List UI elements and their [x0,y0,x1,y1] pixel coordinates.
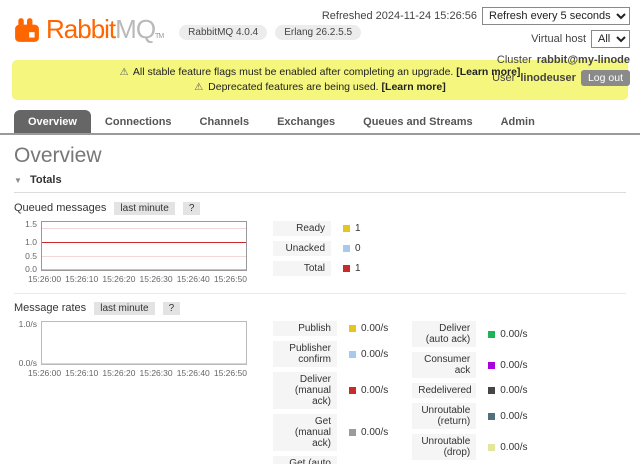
virtual-host-label: Virtual host [531,33,586,45]
legend-label[interactable]: Ready [273,221,331,236]
message-rates-section: Message rates last minute ? 1.0/s 0.0/s … [14,293,626,464]
legend-value: 0.00/s [500,329,527,340]
rabbitmq-logo-icon [14,17,40,43]
legend-label[interactable]: Publisher confirm [273,341,337,367]
message-rates-head: Message rates last minute ? [14,302,626,314]
queued-legend: Ready 1 Unacked 0 Total 1 [273,221,361,281]
logo-text-mq: MQ [115,14,155,44]
logo-trademark: TM [155,33,163,40]
legend-value: 0.00/s [361,323,388,334]
tab-channels[interactable]: Channels [186,110,264,133]
unroutable-return-color-chip [488,413,495,420]
legend-label[interactable]: Unroutable (return) [412,403,476,429]
cluster-label: Cluster [497,54,532,66]
consumer-ack-color-chip [488,362,495,369]
legend-value: 1 [355,263,361,274]
legend-row-unacked: Unacked 0 [273,241,361,256]
publisher-confirm-color-chip [349,351,356,358]
legend-value: 0.00/s [500,385,527,396]
legend-value: 0.00/s [361,427,388,438]
total-series-line [42,242,246,243]
legend-value: 0.00/s [500,411,527,422]
totals-section-toggle[interactable]: ▼ Totals [14,172,626,193]
legend-value: 1 [355,223,361,234]
header-right: Refreshed 2024-11-24 15:26:56 Refresh ev… [322,6,630,89]
legend-label[interactable]: Publish [273,321,337,336]
legend-value: 0.00/s [361,349,388,360]
app-header: RabbitMQTM RabbitMQ 4.0.4 Erlang 26.2.5.… [0,0,640,60]
queued-range-badge[interactable]: last minute [114,202,174,215]
rates-y-axis: 1.0/s 0.0/s [14,321,41,365]
ready-color-chip [343,225,350,232]
legend-row-total: Total 1 [273,261,361,276]
legend-label[interactable]: Deliver (manual ack) [273,372,337,409]
nav-tabs: Overview Connections Channels Exchanges … [0,110,640,135]
unroutable-drop-color-chip [488,444,495,451]
rates-legend-right: Deliver (auto ack) 0.00/s Consumer ack 0.0… [412,321,527,464]
rates-range-badge[interactable]: last minute [94,302,154,315]
total-color-chip [343,265,350,272]
redelivered-color-chip [488,387,495,394]
unacked-series-line [42,269,246,270]
logo-text-rabbit: Rabbit [46,14,115,44]
tab-exchanges[interactable]: Exchanges [263,110,349,133]
queued-messages-section: Queued messages last minute ? 1.5 1.0 0.… [14,202,626,284]
cluster-name: rabbit@my-linode [537,54,630,66]
queued-plot [41,221,247,271]
get-manual-ack-color-chip [349,429,356,436]
warning-icon: ⚠ [194,82,203,93]
legend-row-ready: Ready 1 [273,221,361,236]
queued-messages-head: Queued messages last minute ? [14,202,626,214]
legend-label[interactable]: Total [273,261,331,276]
queued-help-icon[interactable]: ? [183,202,201,215]
unacked-color-chip [343,245,350,252]
chevron-down-icon: ▼ [14,176,22,185]
user-name: linodeuser [520,72,576,84]
legend-value: 0.00/s [500,442,527,453]
message-rates-title: Message rates [14,302,86,314]
queued-messages-title: Queued messages [14,202,106,214]
rates-legend: Publish 0.00/s Publisher confirm 0.00/s De… [273,321,528,464]
virtual-host-select[interactable]: All [591,30,630,48]
rabbitmq-version-badge: RabbitMQ 4.0.4 [179,25,267,40]
rates-legend-left: Publish 0.00/s Publisher confirm 0.00/s De… [273,321,388,464]
logout-button[interactable]: Log out [581,70,630,86]
logo-text: RabbitMQTM [46,14,163,45]
legend-label[interactable]: Redelivered [412,383,476,398]
page-title: Overview [14,144,626,168]
legend-label[interactable]: Deliver (auto ack) [412,321,476,347]
tab-connections[interactable]: Connections [91,110,186,133]
refreshed-timestamp: Refreshed 2024-11-24 15:26:56 [322,10,477,22]
message-rates-chart: 1.0/s 0.0/s 15:26:0015:26:1015:26:2015:2… [14,321,247,378]
warning-icon: ⚠ [120,67,129,78]
rates-zero-line [42,363,246,364]
legend-label[interactable]: Unroutable (drop) [412,434,476,460]
queued-x-axis: 15:26:0015:26:1015:26:2015:26:3015:26:40… [14,274,247,284]
legend-value: 0 [355,243,361,254]
legend-label[interactable]: Get (manual ack) [273,414,337,451]
legend-value: 0.00/s [361,385,388,396]
legend-label[interactable]: Consumer ack [412,352,476,378]
queued-messages-chart: 1.5 1.0 0.5 0.0 15:26:0015:26:1015:26:20… [14,221,247,284]
user-label: User [492,72,515,84]
deliver-auto-ack-color-chip [488,331,495,338]
main-content: Overview ▼ Totals Queued messages last m… [0,144,640,464]
refresh-interval-select[interactable]: Refresh every 5 seconds [482,7,630,25]
rates-x-axis: 15:26:0015:26:1015:26:2015:26:3015:26:40… [14,368,247,378]
tab-overview[interactable]: Overview [14,110,91,133]
legend-value: 0.00/s [500,360,527,371]
legend-label[interactable]: Unacked [273,241,331,256]
legend-label[interactable]: Get (auto ack) [273,456,337,464]
tab-admin[interactable]: Admin [487,110,549,133]
publish-color-chip [349,325,356,332]
rates-help-icon[interactable]: ? [163,302,181,315]
rates-plot [41,321,247,365]
deliver-manual-ack-color-chip [349,387,356,394]
tab-queues-and-streams[interactable]: Queues and Streams [349,110,486,133]
queued-y-axis: 1.5 1.0 0.5 0.0 [14,221,41,271]
totals-label: Totals [30,174,62,186]
